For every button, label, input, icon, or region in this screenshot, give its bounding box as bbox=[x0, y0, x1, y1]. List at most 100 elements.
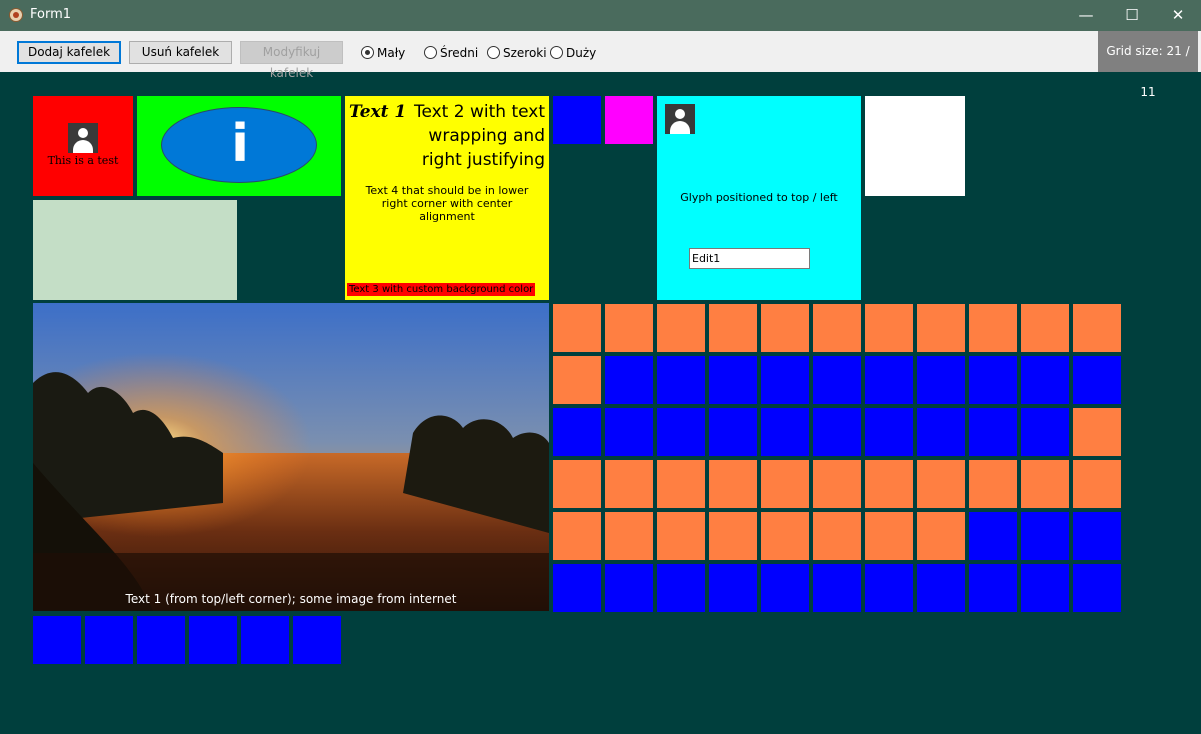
tile-image[interactable]: Text 1 (from top/left corner); some imag… bbox=[33, 303, 549, 611]
radio-size-wide[interactable]: Szeroki bbox=[487, 46, 547, 60]
tile-small[interactable] bbox=[969, 304, 1017, 352]
tile-small[interactable] bbox=[1073, 460, 1121, 508]
tile-small[interactable] bbox=[969, 460, 1017, 508]
title-bar: Form1 — ☐ ✕ bbox=[0, 0, 1201, 31]
tile-small[interactable] bbox=[657, 512, 705, 560]
minimize-button[interactable]: — bbox=[1063, 0, 1109, 31]
tile-small[interactable] bbox=[709, 512, 757, 560]
tile-small[interactable] bbox=[917, 460, 965, 508]
tile-small[interactable] bbox=[293, 616, 341, 664]
tile-small[interactable] bbox=[553, 408, 601, 456]
tile-small[interactable] bbox=[605, 512, 653, 560]
tile-small[interactable] bbox=[657, 304, 705, 352]
tile-small[interactable] bbox=[709, 304, 757, 352]
tile-small[interactable] bbox=[709, 564, 757, 612]
tile-small[interactable] bbox=[1021, 304, 1069, 352]
tile-small[interactable] bbox=[865, 408, 913, 456]
close-button[interactable]: ✕ bbox=[1155, 0, 1201, 31]
radio-label: Mały bbox=[377, 46, 406, 60]
tile-small[interactable] bbox=[917, 564, 965, 612]
maximize-button[interactable]: ☐ bbox=[1109, 0, 1155, 31]
radio-size-large[interactable]: Duży bbox=[550, 46, 596, 60]
tile-small[interactable] bbox=[605, 460, 653, 508]
tile-small[interactable] bbox=[657, 460, 705, 508]
radio-size-small[interactable]: Mały bbox=[361, 46, 406, 60]
tile-small[interactable] bbox=[657, 564, 705, 612]
tile-small[interactable] bbox=[657, 356, 705, 404]
tile-small[interactable] bbox=[761, 460, 809, 508]
tile-small[interactable] bbox=[605, 356, 653, 404]
toolbar: Dodaj kafelek Usuń kafelek Modyfikuj kaf… bbox=[0, 31, 1201, 80]
tile-small[interactable] bbox=[553, 512, 601, 560]
window-title: Form1 bbox=[30, 7, 72, 22]
tile-small[interactable] bbox=[709, 460, 757, 508]
tile-small[interactable] bbox=[969, 356, 1017, 404]
app-icon bbox=[9, 8, 23, 22]
tile-small[interactable] bbox=[605, 304, 653, 352]
tile-small[interactable] bbox=[1021, 408, 1069, 456]
tile-small[interactable] bbox=[1021, 564, 1069, 612]
tile-small[interactable] bbox=[1021, 460, 1069, 508]
edit1-input[interactable] bbox=[689, 248, 810, 269]
tile-small[interactable] bbox=[137, 616, 185, 664]
tile-small[interactable] bbox=[865, 564, 913, 612]
tile-text-yellow[interactable]: Text 1 Text 2 with text wrapping and rig… bbox=[345, 96, 549, 300]
tile-small[interactable] bbox=[1073, 408, 1121, 456]
grid-size-label: Grid size: 21 / 11 bbox=[1098, 31, 1198, 99]
tile-small[interactable] bbox=[917, 408, 965, 456]
tile-small[interactable] bbox=[761, 564, 809, 612]
tile-small[interactable] bbox=[761, 512, 809, 560]
tile-small[interactable] bbox=[1073, 512, 1121, 560]
tile-small[interactable] bbox=[605, 564, 653, 612]
tile-small[interactable] bbox=[813, 356, 861, 404]
tile-small[interactable] bbox=[553, 460, 601, 508]
tile-small[interactable] bbox=[917, 304, 965, 352]
tile-small[interactable] bbox=[189, 616, 237, 664]
tile-small[interactable] bbox=[1021, 356, 1069, 404]
tile-blue-small[interactable] bbox=[553, 96, 601, 144]
tile-small[interactable] bbox=[865, 460, 913, 508]
tile-small[interactable] bbox=[709, 408, 757, 456]
tile-white[interactable] bbox=[865, 96, 965, 196]
tile-small[interactable] bbox=[1073, 304, 1121, 352]
tile-small[interactable] bbox=[553, 564, 601, 612]
radio-size-medium[interactable]: Średni bbox=[424, 46, 478, 60]
tile-small[interactable] bbox=[813, 512, 861, 560]
tile-small[interactable] bbox=[33, 616, 81, 664]
tile-small[interactable] bbox=[813, 564, 861, 612]
tile-small[interactable] bbox=[85, 616, 133, 664]
tile-small[interactable] bbox=[917, 512, 965, 560]
tile-small[interactable] bbox=[657, 408, 705, 456]
remove-tile-button[interactable]: Usuń kafelek bbox=[129, 41, 232, 64]
modify-tile-button[interactable]: Modyfikuj kafelek bbox=[240, 41, 343, 80]
tile-info[interactable]: i bbox=[137, 96, 341, 196]
tile-small[interactable] bbox=[917, 356, 965, 404]
tile-small[interactable] bbox=[813, 408, 861, 456]
tile-cyan[interactable]: Glyph positioned to top / left bbox=[657, 96, 861, 300]
tile-magenta[interactable] bbox=[605, 96, 653, 144]
tile-small[interactable] bbox=[605, 408, 653, 456]
tile-small[interactable] bbox=[813, 304, 861, 352]
tile-small[interactable] bbox=[1073, 356, 1121, 404]
tile-small[interactable] bbox=[865, 512, 913, 560]
tile-small[interactable] bbox=[553, 304, 601, 352]
tile-sage[interactable] bbox=[33, 200, 237, 300]
tile-small[interactable] bbox=[761, 356, 809, 404]
tile-small[interactable] bbox=[969, 408, 1017, 456]
tile-small[interactable] bbox=[709, 356, 757, 404]
tile-small[interactable] bbox=[1021, 512, 1069, 560]
tile-small[interactable] bbox=[1073, 564, 1121, 612]
tile-small[interactable] bbox=[865, 304, 913, 352]
tile-small[interactable] bbox=[969, 512, 1017, 560]
tile-small[interactable] bbox=[761, 408, 809, 456]
tile-small[interactable] bbox=[241, 616, 289, 664]
tile-small[interactable] bbox=[865, 356, 913, 404]
radio-label: Szeroki bbox=[503, 46, 547, 60]
tile-small[interactable] bbox=[761, 304, 809, 352]
tile-red[interactable]: This is a test bbox=[33, 96, 133, 196]
tile-small[interactable] bbox=[813, 460, 861, 508]
add-tile-button[interactable]: Dodaj kafelek bbox=[17, 41, 121, 64]
tile-small[interactable] bbox=[553, 356, 601, 404]
tile-small[interactable] bbox=[969, 564, 1017, 612]
info-glyph: i bbox=[231, 114, 249, 174]
